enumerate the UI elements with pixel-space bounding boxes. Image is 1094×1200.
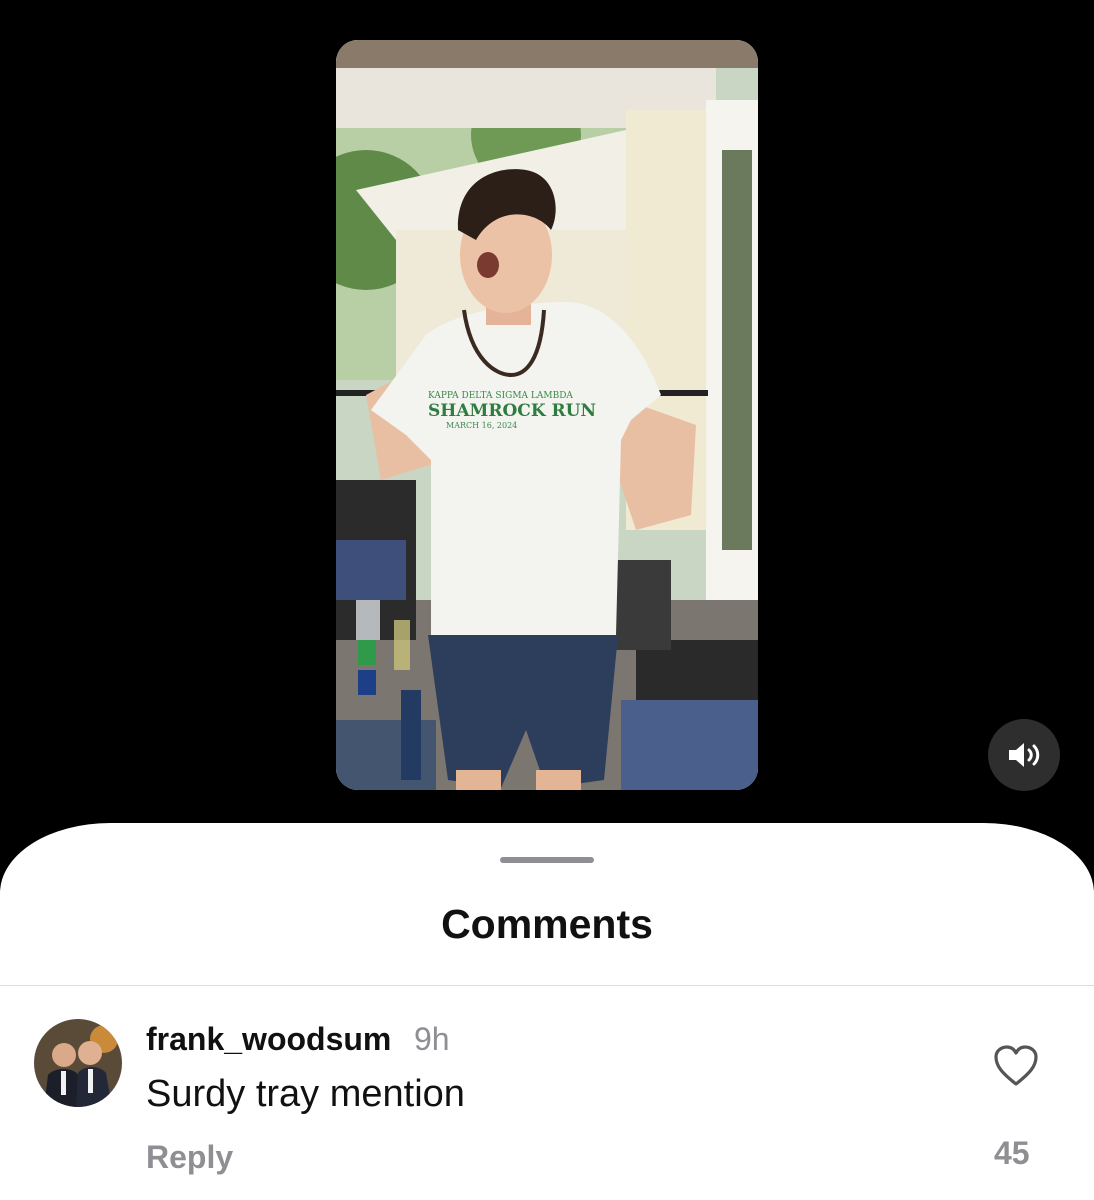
comments-sheet: Comments frank_woodsum 9h Surdy tray men… <box>0 823 1094 1200</box>
comment-username[interactable]: frank_woodsum <box>146 1021 391 1058</box>
shirt-print-line1: KAPPA DELTA SIGMA LAMBDA <box>428 391 573 401</box>
like-count: 45 <box>994 1135 1030 1171</box>
video-player[interactable]: KAPPA DELTA SIGMA LAMBDA SHAMROCK RUN MA… <box>336 40 758 790</box>
video-frame: KAPPA DELTA SIGMA LAMBDA SHAMROCK RUN MA… <box>336 40 758 790</box>
like-button[interactable] <box>992 1043 1040 1089</box>
comment-text: Surdy tray mention <box>146 1073 465 1115</box>
avatar-photo <box>34 1019 122 1107</box>
avatar[interactable] <box>34 1019 122 1107</box>
heart-outline-icon <box>994 1045 1038 1086</box>
drag-handle[interactable] <box>500 857 594 863</box>
comment-timestamp: 9h <box>414 1021 450 1057</box>
shirt-print-line2: SHAMROCK RUN <box>428 401 596 421</box>
speaker-volume-icon <box>1009 743 1040 767</box>
reply-button[interactable]: Reply <box>146 1139 233 1176</box>
comment-item: frank_woodsum 9h Surdy tray mention Repl… <box>0 985 1094 1200</box>
sheet-title: Comments <box>441 901 653 947</box>
shirt-print-line3: MARCH 16, 2024 <box>446 421 517 430</box>
sound-toggle-button[interactable] <box>988 719 1060 791</box>
